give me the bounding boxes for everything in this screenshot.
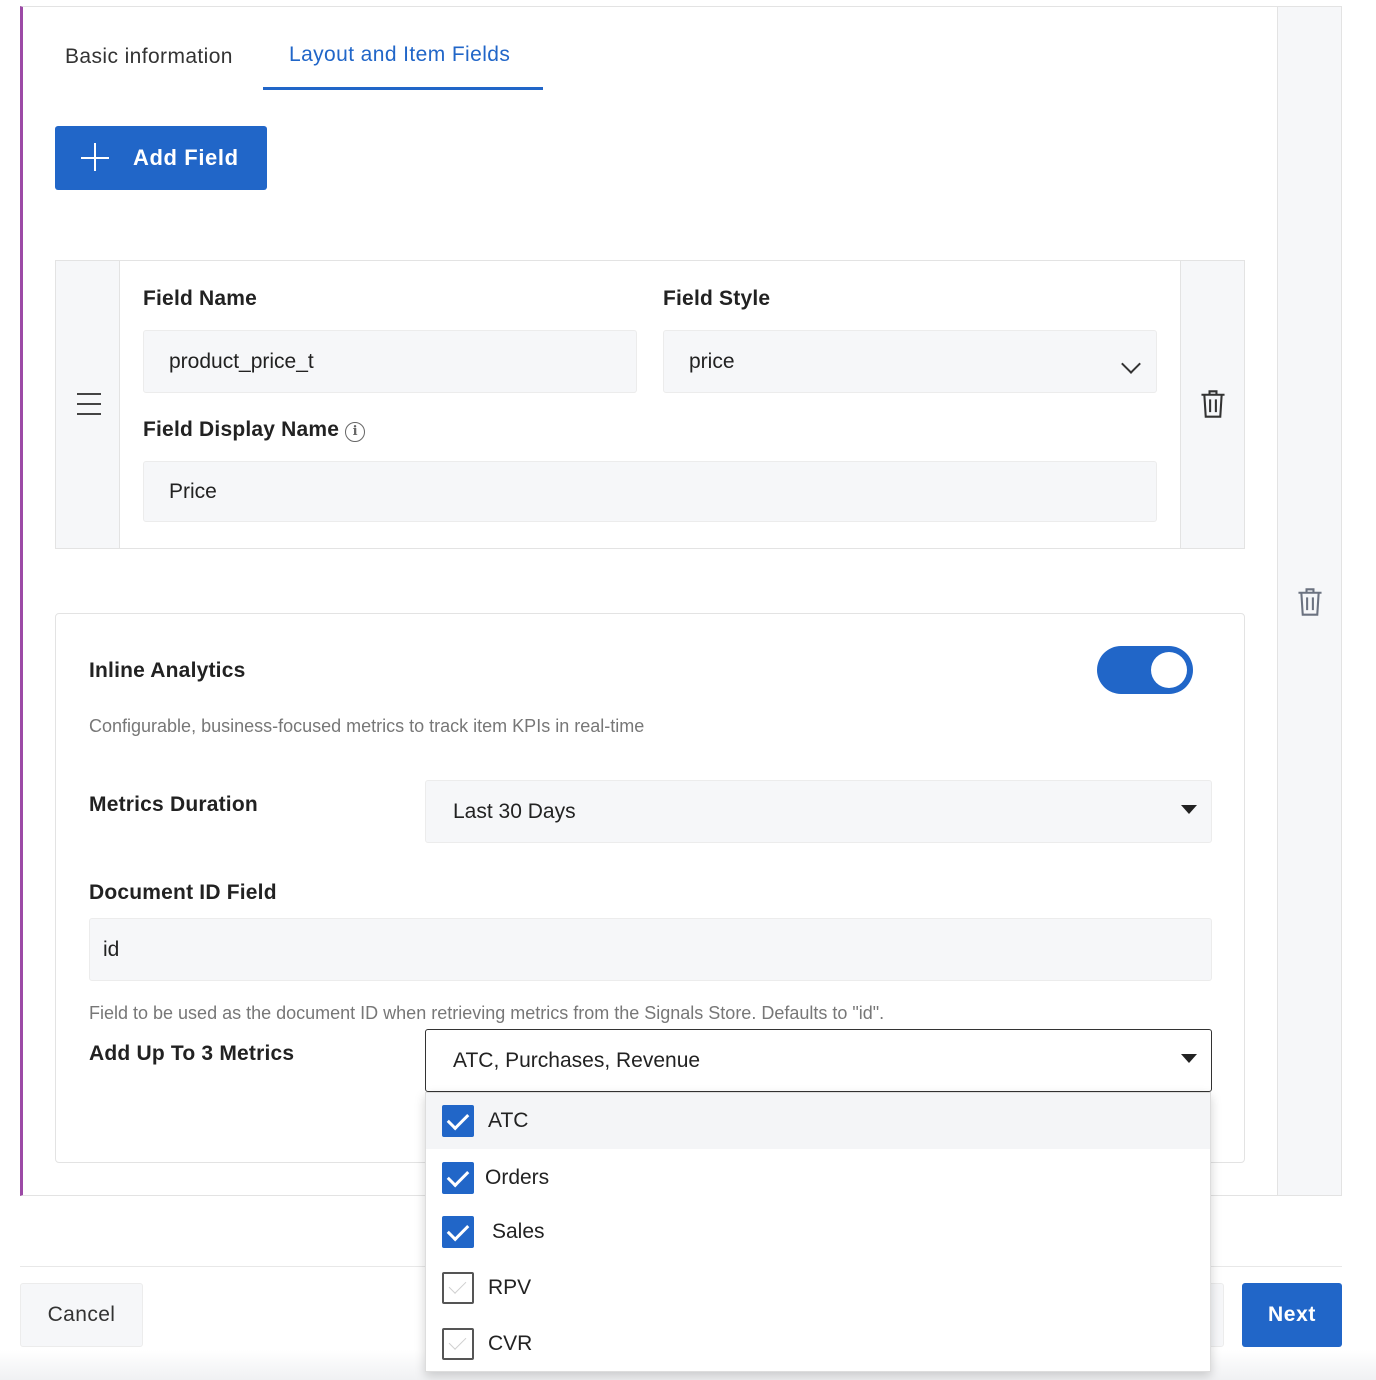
metrics-select-value: ATC, Purchases, Revenue [453,1048,701,1072]
document-id-label: Document ID Field [89,881,277,904]
metrics-label: Add Up To 3 Metrics [89,1042,295,1065]
info-icon[interactable]: i [345,422,366,442]
plus-icon [81,143,111,173]
field-display-name-input[interactable]: Price [143,461,1157,522]
metric-option-label: ATC [488,1109,529,1132]
checkbox[interactable] [442,1105,474,1137]
field-name-value: product_price_t [169,349,314,373]
checkbox[interactable] [442,1162,474,1194]
caret-down-icon [1181,1054,1197,1063]
field-name-input[interactable]: product_price_t [143,330,637,393]
metrics-dropdown: ATC Orders Sales RPV CVR [425,1092,1211,1372]
field-style-value: price [689,349,735,373]
checkbox[interactable] [442,1328,474,1360]
field-style-select[interactable]: price [663,330,1157,393]
field-display-name-text: Field Display Name [143,418,340,441]
metrics-select[interactable]: ATC, Purchases, Revenue [425,1029,1212,1092]
delete-column [1180,261,1244,548]
toggle-knob [1151,652,1187,688]
drag-handle-column [56,261,120,548]
cancel-button[interactable]: Cancel [20,1283,143,1347]
metric-option-atc[interactable]: ATC [426,1093,1210,1149]
field-display-name-value: Price [169,479,217,503]
next-button[interactable]: Next [1242,1283,1342,1347]
field-display-name-label: Field Display Name i [143,418,366,442]
add-field-button[interactable]: Add Field [55,126,267,190]
metric-option-orders[interactable]: Orders [426,1150,1210,1206]
checkbox[interactable] [442,1272,474,1304]
trash-icon[interactable] [1296,587,1324,617]
tab-layout-and-item-fields[interactable]: Layout and Item Fields [289,43,510,67]
metric-option-label: Sales [492,1220,545,1243]
tab-basic-information[interactable]: Basic information [65,45,233,69]
metric-option-rpv[interactable]: RPV [426,1260,1210,1316]
metric-option-label: RPV [488,1276,532,1299]
document-id-help: Field to be used as the document ID when… [89,1003,885,1023]
caret-down-icon [1181,805,1197,814]
trash-icon[interactable] [1199,389,1227,419]
metric-option-cvr[interactable]: CVR [426,1316,1210,1372]
chevron-down-icon [1121,354,1141,374]
add-field-label: Add Field [133,145,239,170]
document-id-value: id [103,937,120,961]
metrics-duration-label: Metrics Duration [89,793,258,816]
metrics-duration-select[interactable]: Last 30 Days [425,780,1212,843]
metric-option-label: Orders [485,1166,550,1189]
active-tab-indicator [263,87,543,90]
metrics-duration-value: Last 30 Days [453,799,576,823]
inline-analytics-description: Configurable, business-focused metrics t… [89,716,645,736]
field-style-label: Field Style [663,287,771,310]
metric-option-label: CVR [488,1332,533,1355]
document-id-input[interactable]: id [89,918,1212,981]
inline-analytics-toggle[interactable] [1097,646,1193,694]
metric-option-sales[interactable]: Sales [426,1204,1210,1260]
field-name-label: Field Name [143,287,258,310]
inline-analytics-title: Inline Analytics [89,659,246,682]
hamburger-icon[interactable] [77,393,101,417]
checkbox[interactable] [442,1216,474,1248]
